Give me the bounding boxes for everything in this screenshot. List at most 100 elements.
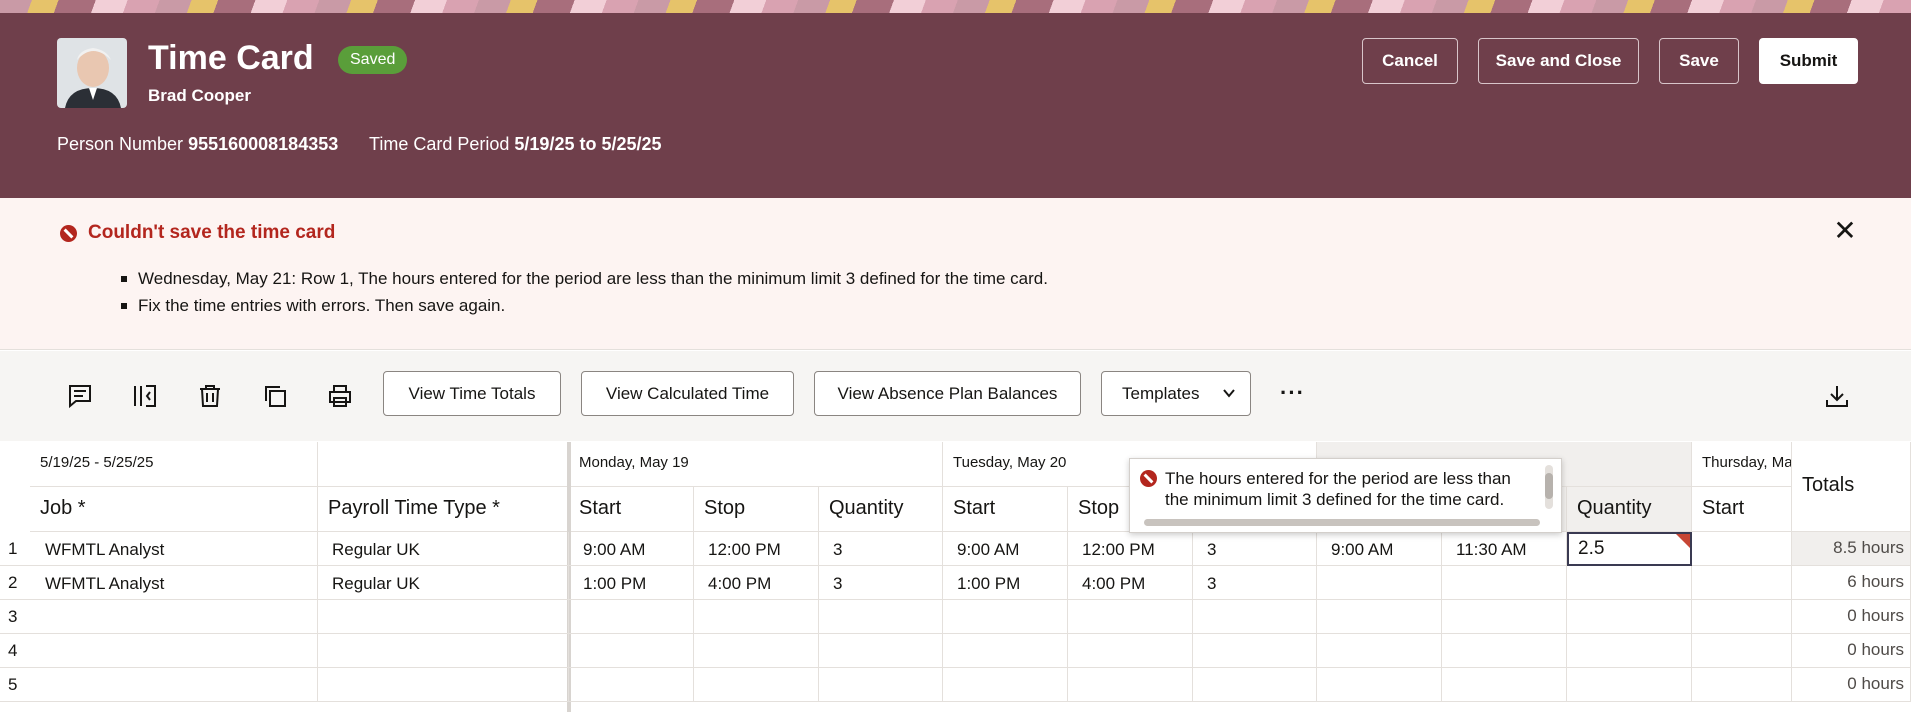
horizontal-scrollbar[interactable] — [1144, 519, 1540, 526]
time-entry-grid: 5/19/25 - 5/25/25 Monday, May 19 Tuesday… — [0, 442, 1911, 712]
stop-cell[interactable] — [1068, 600, 1193, 634]
print-icon[interactable] — [327, 383, 353, 409]
start-cell[interactable]: 1:00 PM — [569, 566, 694, 600]
stop-cell[interactable]: 11:30 AM — [1442, 532, 1567, 566]
job-column-header[interactable]: Job * — [30, 487, 318, 532]
quantity-cell[interactable] — [1193, 634, 1317, 668]
vertical-scrollbar[interactable] — [1545, 465, 1553, 509]
error-title: Couldn't save the time card — [88, 222, 336, 243]
quantity-cell[interactable] — [819, 668, 943, 702]
start-cell[interactable]: 1:00 PM — [943, 566, 1068, 600]
start-cell[interactable]: 9:00 AM — [569, 532, 694, 566]
start-column-header[interactable]: Start — [1692, 487, 1792, 532]
start-cell[interactable] — [1692, 634, 1792, 668]
quantity-cell[interactable] — [1193, 668, 1317, 702]
more-icon[interactable]: ··· — [1280, 380, 1305, 406]
duplicate-icon[interactable] — [262, 383, 288, 409]
start-cell[interactable] — [1692, 532, 1792, 566]
start-column-header[interactable]: Start — [569, 487, 694, 532]
job-cell[interactable]: WFMTL Analyst — [30, 566, 318, 600]
quantity-cell[interactable]: 3 — [1193, 532, 1317, 566]
quantity-cell[interactable]: 3 — [819, 532, 943, 566]
stop-cell[interactable] — [1442, 566, 1567, 600]
job-cell[interactable] — [30, 668, 318, 702]
stop-cell[interactable]: 12:00 PM — [1068, 532, 1193, 566]
start-cell[interactable] — [1317, 634, 1442, 668]
stop-cell[interactable]: 4:00 PM — [1068, 566, 1193, 600]
payroll-cell[interactable]: Regular UK — [318, 532, 569, 566]
job-cell[interactable] — [30, 634, 318, 668]
quantity-column-header[interactable]: Quantity — [819, 487, 943, 532]
stop-column-header[interactable]: Stop — [694, 487, 819, 532]
error-indicator-icon — [1676, 534, 1690, 548]
start-cell[interactable] — [569, 668, 694, 702]
start-cell[interactable] — [1317, 600, 1442, 634]
quantity-cell[interactable]: 3 — [1193, 566, 1317, 600]
quantity-cell[interactable] — [1567, 668, 1692, 702]
view-absence-plan-balances-button[interactable]: View Absence Plan Balances — [814, 371, 1081, 416]
start-cell[interactable] — [1317, 566, 1442, 600]
start-cell[interactable] — [569, 634, 694, 668]
start-cell[interactable] — [943, 600, 1068, 634]
person-name: Brad Cooper — [148, 86, 251, 105]
stop-cell[interactable] — [1068, 668, 1193, 702]
start-column-header[interactable]: Start — [943, 487, 1068, 532]
start-cell[interactable]: 9:00 AM — [943, 532, 1068, 566]
quantity-cell[interactable] — [819, 634, 943, 668]
tooltip-message: The hours entered for the period are les… — [1165, 469, 1511, 509]
error-message: Fix the time entries with errors. Then s… — [121, 295, 1048, 322]
job-cell[interactable]: WFMTL Analyst — [30, 532, 318, 566]
row-number: 2 — [0, 566, 30, 600]
start-cell[interactable] — [569, 600, 694, 634]
job-cell[interactable] — [30, 600, 318, 634]
payroll-time-type-column-header[interactable]: Payroll Time Type * — [318, 487, 569, 532]
person-number: Person Number 955160008184353 — [57, 134, 338, 155]
stop-cell[interactable] — [694, 634, 819, 668]
cancel-button[interactable]: Cancel — [1362, 38, 1458, 84]
quantity-cell[interactable] — [819, 600, 943, 634]
quantity-column-header[interactable]: Quantity — [1567, 487, 1692, 532]
templates-dropdown[interactable]: Templates — [1101, 371, 1251, 416]
stop-cell[interactable] — [1442, 600, 1567, 634]
view-calculated-time-button[interactable]: View Calculated Time — [581, 371, 794, 416]
stop-cell[interactable]: 4:00 PM — [694, 566, 819, 600]
comment-icon[interactable] — [67, 383, 93, 409]
close-icon[interactable]: ✕ — [1832, 217, 1858, 245]
payroll-cell[interactable] — [318, 668, 569, 702]
stop-cell[interactable] — [1068, 634, 1193, 668]
day-header-thursday: Thursday, Ma — [1692, 442, 1792, 487]
save-button[interactable]: Save — [1659, 38, 1739, 84]
start-cell[interactable] — [1692, 600, 1792, 634]
quantity-cell[interactable] — [1567, 566, 1692, 600]
chevron-down-icon — [1222, 372, 1236, 431]
view-time-totals-button[interactable]: View Time Totals — [383, 371, 561, 416]
row-number: 1 — [0, 532, 30, 566]
payroll-cell[interactable] — [318, 634, 569, 668]
payroll-cell[interactable] — [318, 600, 569, 634]
avatar — [57, 38, 127, 108]
payroll-cell[interactable]: Regular UK — [318, 566, 569, 600]
quantity-cell[interactable] — [1193, 600, 1317, 634]
delete-icon[interactable] — [197, 383, 223, 409]
quantity-cell[interactable] — [1567, 600, 1692, 634]
columns-icon[interactable] — [132, 383, 158, 409]
templates-label: Templates — [1122, 384, 1200, 403]
start-cell[interactable] — [1317, 668, 1442, 702]
stop-cell[interactable] — [1442, 634, 1567, 668]
save-and-close-button[interactable]: Save and Close — [1478, 38, 1639, 84]
stop-cell[interactable]: 12:00 PM — [694, 532, 819, 566]
start-cell[interactable] — [1692, 566, 1792, 600]
start-cell[interactable]: 9:00 AM — [1317, 532, 1442, 566]
start-cell[interactable] — [1692, 668, 1792, 702]
submit-button[interactable]: Submit — [1759, 38, 1858, 84]
stop-cell[interactable] — [694, 600, 819, 634]
quantity-cell[interactable] — [1567, 634, 1692, 668]
start-cell[interactable] — [943, 634, 1068, 668]
stop-cell[interactable] — [1442, 668, 1567, 702]
stop-cell[interactable] — [694, 668, 819, 702]
start-cell[interactable] — [943, 668, 1068, 702]
error-icon — [60, 225, 77, 242]
quantity-cell[interactable]: 3 — [819, 566, 943, 600]
quantity-input-error[interactable]: 2.5 — [1567, 532, 1692, 566]
download-icon[interactable] — [1824, 383, 1850, 409]
